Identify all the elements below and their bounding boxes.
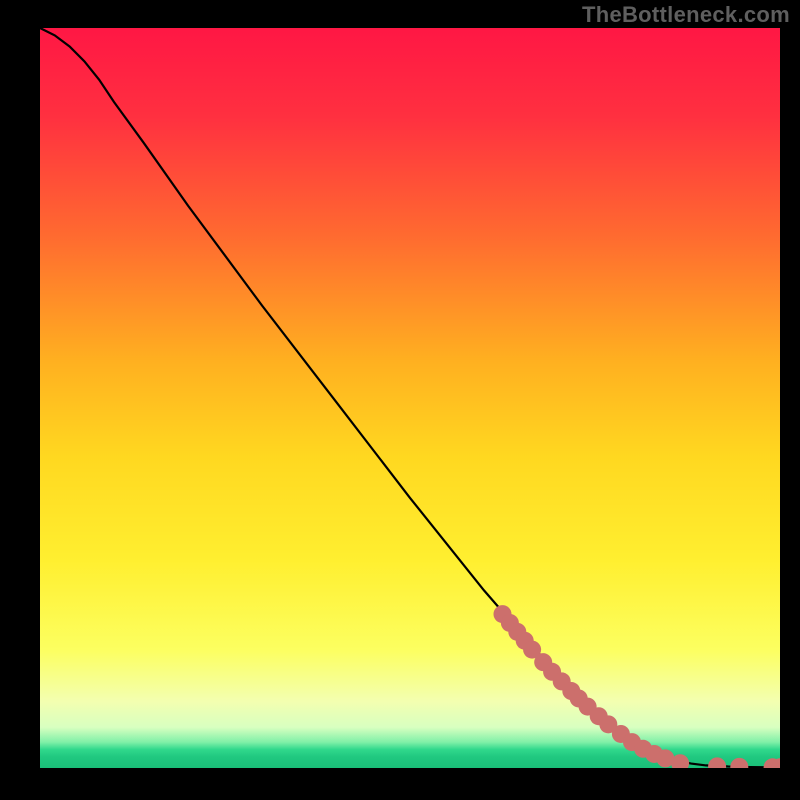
chart-stage: TheBottleneck.com <box>0 0 800 800</box>
attribution-text: TheBottleneck.com <box>582 2 790 28</box>
bottleneck-chart <box>40 28 780 768</box>
gradient-background <box>40 28 780 768</box>
